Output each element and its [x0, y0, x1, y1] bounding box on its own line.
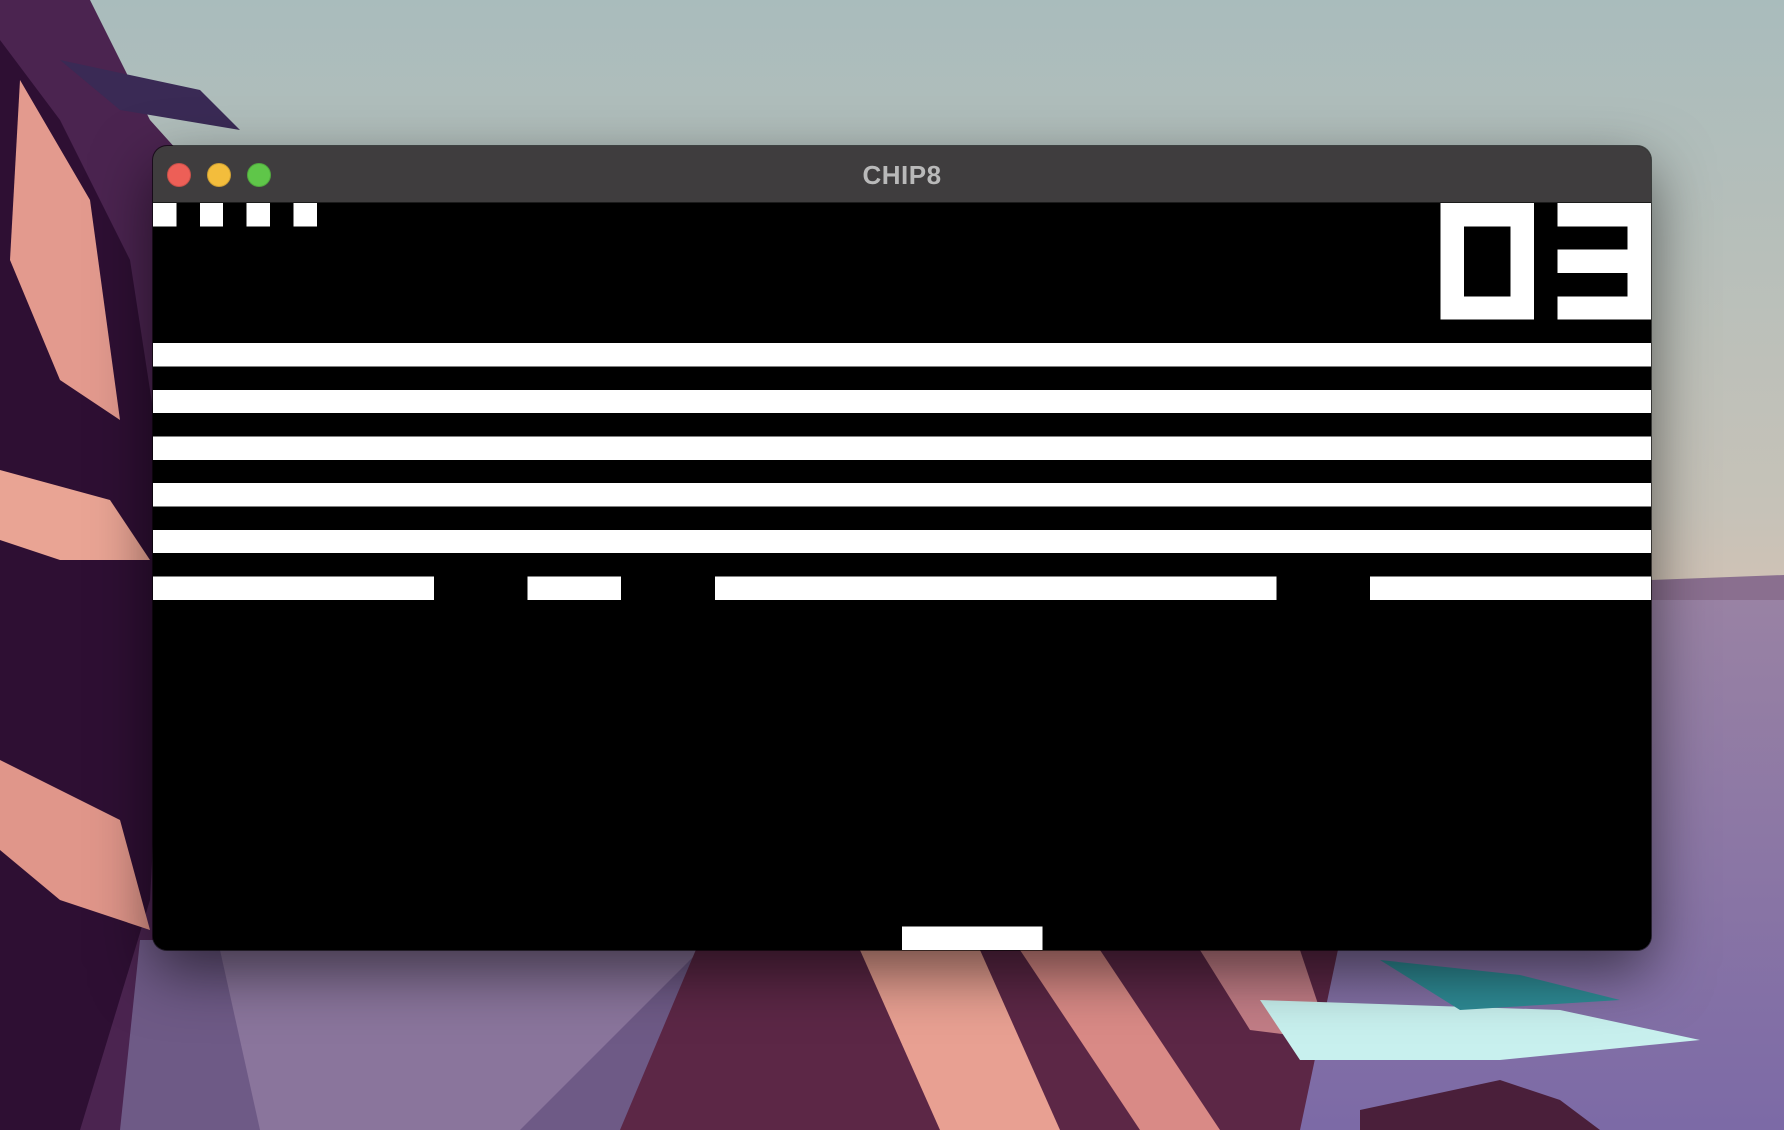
title-bar[interactable]: CHIP8 [153, 146, 1651, 203]
brick [714, 576, 1277, 600]
life-pip [153, 203, 177, 227]
life-pip [199, 203, 224, 227]
window-title: CHIP8 [862, 160, 942, 190]
chip8-window: CHIP8 [153, 146, 1651, 950]
game-screen[interactable] [153, 203, 1651, 950]
brick-row [153, 343, 1651, 367]
brick-row [153, 529, 1651, 554]
life-pip [293, 203, 317, 227]
paddle [902, 926, 1043, 950]
brick [153, 576, 434, 600]
brick [1370, 576, 1651, 600]
brick [527, 576, 622, 600]
score-digit-3 [1557, 203, 1651, 320]
brick-row [153, 483, 1651, 507]
brick-row [153, 389, 1651, 414]
life-pip [246, 203, 271, 227]
brick-row [153, 436, 1651, 460]
